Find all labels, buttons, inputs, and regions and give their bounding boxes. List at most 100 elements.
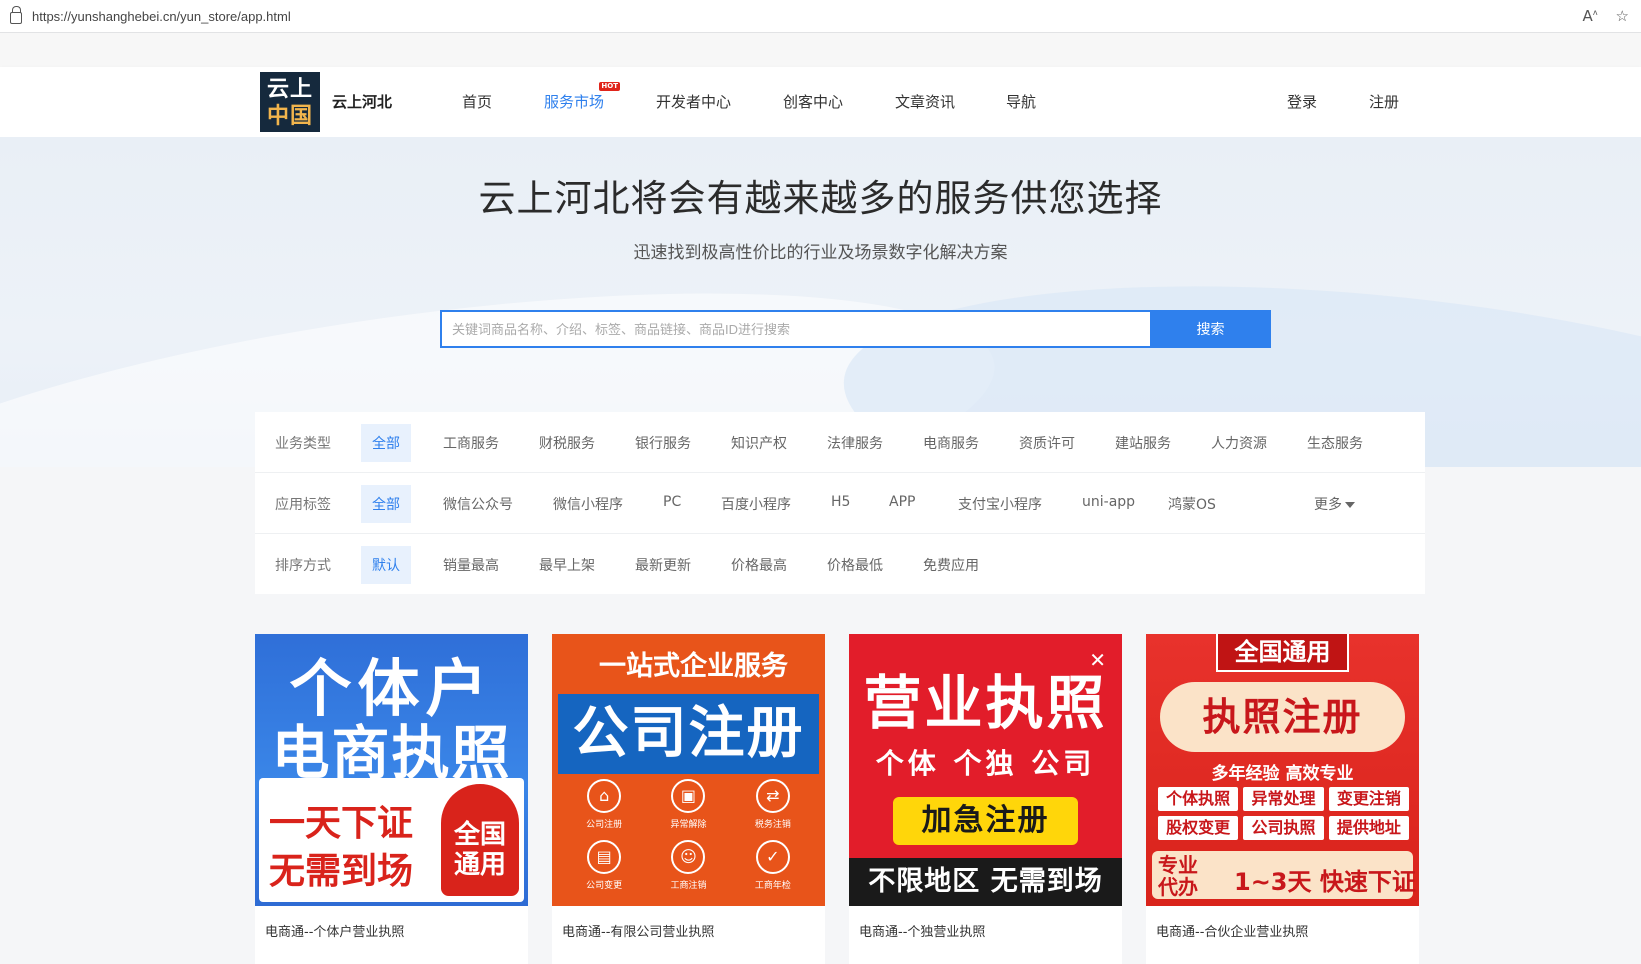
sort-option[interactable]: 销量最高 <box>443 555 499 575</box>
site-header: 云上 中国 云上河北 首页 服务市场 HOT 开发者中心 创客中心 文章资讯 导航… <box>0 67 1641 137</box>
filter-label: 应用标签 <box>275 497 331 513</box>
sort-option[interactable]: 价格最高 <box>731 555 787 575</box>
exchange-icon: ⇄ <box>755 779 790 813</box>
url-text[interactable]: https://yunshanghebei.cn/yun_store/app.h… <box>32 9 291 24</box>
image-text: 公司变更 <box>586 881 623 891</box>
filter-option[interactable]: 建站服务 <box>1115 433 1171 453</box>
product-image[interactable]: 个体户 电商执照 一天下证 无需到场 全国 通用 <box>255 634 528 906</box>
product-card[interactable]: 一站式企业服务 公司注册 ⌂ 公司注册 ▣ 异常解除 ⇄ 税务注销 ▤ 公司变更 ☺ 工商… <box>552 634 825 964</box>
filter-option[interactable]: 财税服务 <box>539 433 595 453</box>
lock-icon[interactable] <box>10 6 22 24</box>
more-dropdown[interactable]: 更多 <box>1314 494 1355 514</box>
brand-name[interactable]: 云上河北 <box>332 91 392 112</box>
filter-option[interactable]: 知识产权 <box>731 433 787 453</box>
nav-maker-center[interactable]: 创客中心 <box>783 91 843 112</box>
image-text: 1~3天 快速下证 <box>1234 868 1416 896</box>
login-link[interactable]: 登录 <box>1287 91 1317 112</box>
nav-service-market[interactable]: 服务市场 HOT <box>544 82 621 112</box>
hot-badge: HOT <box>599 82 621 91</box>
caret-down-icon <box>1345 502 1355 508</box>
service-icon-item: ✓ 工商年检 <box>731 840 815 891</box>
filter-label: 排序方式 <box>275 558 331 574</box>
filter-option[interactable]: uni-app <box>1082 494 1135 510</box>
product-title[interactable]: 电商通--有限公司营业执照 <box>562 921 714 940</box>
image-text: 公司执照 <box>1243 816 1324 840</box>
search-button[interactable]: 搜索 <box>1150 310 1271 348</box>
nav-service-market-label: 服务市场 <box>544 93 605 111</box>
read-aloud-icon[interactable]: Aʌ <box>1583 7 1598 25</box>
product-image[interactable]: ✕ 营业执照 个体 个独 公司 加急注册 不限地区 无需到场 <box>849 634 1122 906</box>
browser-toolbar-icons: Aʌ ☆ <box>1583 7 1629 25</box>
nav-navigation[interactable]: 导航 <box>1006 91 1036 112</box>
nav-articles[interactable]: 文章资讯 <box>895 91 955 112</box>
filter-option[interactable]: 工商服务 <box>443 433 499 453</box>
service-icon-item: ▣ 异常解除 <box>646 779 730 830</box>
filter-option[interactable]: PC <box>663 494 681 510</box>
sort-option[interactable]: 最新更新 <box>635 555 691 575</box>
filter-option[interactable]: 银行服务 <box>635 433 691 453</box>
search-input[interactable] <box>440 310 1150 348</box>
filter-option[interactable]: H5 <box>831 494 850 510</box>
image-text: 公司注册 <box>558 694 819 774</box>
product-image[interactable]: 一站式企业服务 公司注册 ⌂ 公司注册 ▣ 异常解除 ⇄ 税务注销 ▤ 公司变更 ☺ 工商… <box>552 634 825 906</box>
service-icon-item: ⌂ 公司注册 <box>562 779 646 830</box>
product-title[interactable]: 电商通--个独营业执照 <box>859 921 985 940</box>
check-icon: ✓ <box>755 840 790 874</box>
filter-label: 业务类型 <box>275 436 331 452</box>
image-text: 个体执照 <box>1158 787 1239 811</box>
filter-option[interactable]: 微信公众号 <box>443 494 513 514</box>
filter-option[interactable]: 资质许可 <box>1019 433 1075 453</box>
sort-option[interactable]: 免费应用 <box>923 555 979 575</box>
filter-option[interactable]: 电商服务 <box>923 433 979 453</box>
filter-option[interactable]: 微信小程序 <box>553 494 623 514</box>
image-text: 变更注销 <box>1328 787 1409 811</box>
nav-home[interactable]: 首页 <box>462 91 492 112</box>
image-text: 税务注销 <box>754 820 791 830</box>
product-title[interactable]: 电商通--合伙企业营业执照 <box>1156 921 1308 940</box>
image-text: 代办 <box>1158 875 1198 899</box>
image-text: 一天下证 <box>269 803 414 844</box>
sort-option[interactable]: 最早上架 <box>539 555 595 575</box>
register-link[interactable]: 注册 <box>1369 91 1399 112</box>
sort-option[interactable]: 价格最低 <box>827 555 883 575</box>
building-icon: ▤ <box>587 840 622 874</box>
filter-option[interactable]: APP <box>889 494 915 510</box>
filter-option[interactable]: 法律服务 <box>827 433 883 453</box>
logo-line-2: 中国 <box>266 104 313 129</box>
filter-row-sort: 排序方式 默认 销量最高 最早上架 最新更新 价格最高 价格最低 免费应用 <box>255 534 1425 595</box>
product-card[interactable]: ✕ 营业执照 个体 个独 公司 加急注册 不限地区 无需到场 电商通--个独营业… <box>849 634 1122 964</box>
image-text: 工商注销 <box>670 881 707 891</box>
image-text: 全国 <box>453 820 506 850</box>
filter-option[interactable]: 生态服务 <box>1307 433 1363 453</box>
sort-option[interactable]: 默认 <box>361 546 411 584</box>
filter-option[interactable]: 支付宝小程序 <box>958 494 1042 514</box>
product-card[interactable]: 个体户 电商执照 一天下证 无需到场 全国 通用 电商通--个体户营业执照 <box>255 634 528 964</box>
page-top-strip <box>0 33 1641 67</box>
home-icon: ⌂ <box>587 779 622 813</box>
image-text: 执照注册 <box>1160 682 1405 752</box>
image-text: 公司注册 <box>586 820 623 830</box>
product-card[interactable]: 全国通用 执照注册 多年经验 高效专业 个体执照 异常处理 变更注销 股权变更 … <box>1146 634 1419 964</box>
nav-developer-center[interactable]: 开发者中心 <box>656 91 731 112</box>
product-title[interactable]: 电商通--个体户营业执照 <box>265 921 404 940</box>
users-icon: ☺ <box>671 840 706 874</box>
image-text: 多年经验 高效专业 <box>1211 764 1354 784</box>
service-icon-item: ☺ 工商注销 <box>646 840 730 891</box>
filter-option[interactable]: 全部 <box>361 485 411 523</box>
browser-address-bar: https://yunshanghebei.cn/yun_store/app.h… <box>0 0 1641 33</box>
site-logo[interactable]: 云上 中国 <box>260 72 320 132</box>
filter-option[interactable]: 全部 <box>361 424 411 462</box>
product-image[interactable]: 全国通用 执照注册 多年经验 高效专业 个体执照 异常处理 变更注销 股权变更 … <box>1146 634 1419 906</box>
filter-option[interactable]: 百度小程序 <box>721 494 791 514</box>
image-text: 异常解除 <box>670 820 707 830</box>
favorite-star-icon[interactable]: ☆ <box>1616 7 1629 25</box>
image-text: 一站式企业服务 <box>599 651 788 682</box>
image-text-block: 专业 代办 <box>1158 854 1198 898</box>
fire-badge-icon: 全国 通用 <box>441 784 519 896</box>
image-text: 通用 <box>453 850 506 880</box>
filter-option[interactable]: 人力资源 <box>1211 433 1267 453</box>
filter-option[interactable]: 鸿蒙OS <box>1168 494 1216 514</box>
image-text: 不限地区 无需到场 <box>849 858 1122 906</box>
image-text: 加急注册 <box>893 797 1078 845</box>
service-icon-item: ▤ 公司变更 <box>562 840 646 891</box>
